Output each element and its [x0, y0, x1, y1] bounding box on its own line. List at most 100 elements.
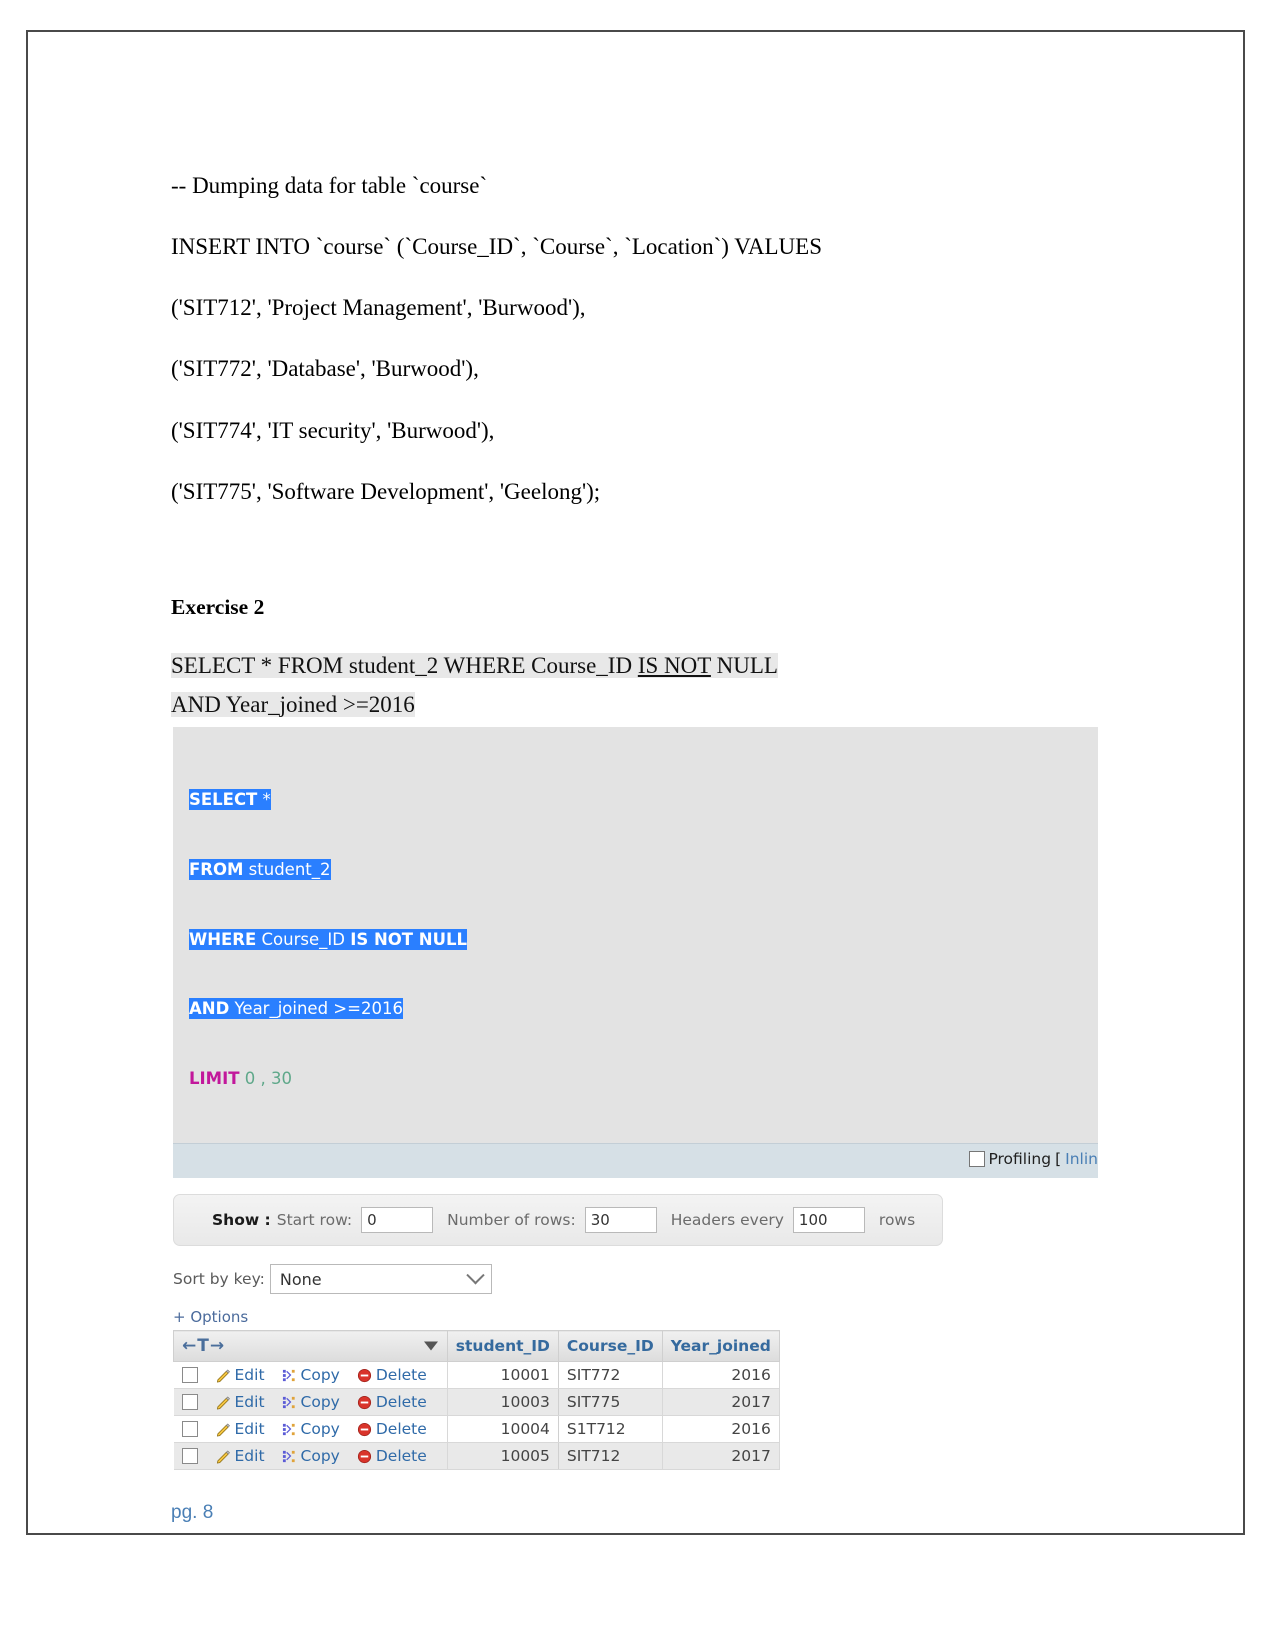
results-header-row: ←T→ student_ID Course_ID Year_joined	[173, 1330, 780, 1363]
insert-statement-line: INSERT INTO `course` (`Course_ID`, `Cour…	[171, 234, 823, 260]
sql-line2-rest: student_2	[243, 859, 331, 879]
table-row[interactable]: Edit Copy Delete 10003 SIT775 2017	[173, 1388, 780, 1417]
chevron-down-icon	[466, 1265, 485, 1285]
sort-by-key-value: None	[279, 1269, 322, 1289]
page-frame: -- Dumping data for table `course` INSER…	[26, 30, 1245, 1535]
page-number: pg. 8	[171, 1502, 214, 1523]
delete-row-button[interactable]: Delete	[357, 1393, 427, 1411]
row-actions-cell: Edit Copy Delete	[173, 1361, 448, 1390]
sql-editor-panel[interactable]: SELECT * FROM student_2 WHERE Course_ID …	[173, 727, 1098, 1179]
cell-year-joined[interactable]: 2017	[661, 1442, 780, 1471]
pencil-icon	[216, 1395, 231, 1410]
cell-year-joined[interactable]: 2017	[661, 1388, 780, 1417]
headers-every-label: Headers every	[670, 1211, 784, 1230]
delete-row-button[interactable]: Delete	[357, 1447, 427, 1465]
delete-row-button[interactable]: Delete	[357, 1366, 427, 1384]
sql-keyword-limit: LIMIT	[189, 1069, 240, 1089]
sql-line4-rest: Year_joined >=2016	[229, 999, 403, 1019]
sql-line1-rest: *	[257, 789, 271, 809]
table-nav-arrows-label: ←T→	[182, 1336, 226, 1357]
sort-by-key-label: Sort by key:	[173, 1270, 265, 1289]
profiling-label: Profiling	[988, 1150, 1052, 1169]
row-actions-cell: Edit Copy Delete	[173, 1415, 448, 1444]
profiling-bracket: [	[1055, 1150, 1062, 1169]
copy-row-button[interactable]: Copy	[282, 1420, 340, 1438]
sql-line-4: AND Year_joined >=2016	[189, 997, 1098, 1020]
pencil-icon	[216, 1422, 231, 1437]
cell-course-id[interactable]: SIT775	[557, 1388, 663, 1417]
delete-row-button[interactable]: Delete	[357, 1420, 427, 1438]
cell-course-id[interactable]: SIT772	[557, 1361, 663, 1390]
row-actions-header[interactable]: ←T→	[173, 1330, 448, 1363]
cell-course-id[interactable]: S1T712	[557, 1415, 663, 1444]
cell-year-joined[interactable]: 2016	[661, 1361, 780, 1390]
column-header-student-id[interactable]: student_ID	[446, 1330, 559, 1363]
copy-icon	[282, 1422, 297, 1437]
number-of-rows-label: Number of rows:	[447, 1211, 576, 1230]
row-select-checkbox[interactable]	[181, 1448, 198, 1465]
row-select-checkbox[interactable]	[181, 1367, 198, 1384]
sql-keyword-where: WHERE	[189, 929, 257, 949]
row-actions-cell: Edit Copy Delete	[173, 1388, 448, 1417]
cell-student-id[interactable]: 10001	[446, 1361, 559, 1390]
delete-icon	[357, 1368, 372, 1383]
sql-line3-column: Course_ID	[256, 929, 351, 949]
copy-row-button[interactable]: Copy	[282, 1447, 340, 1465]
copy-icon	[282, 1368, 297, 1383]
sql-comment-line: -- Dumping data for table `course`	[171, 173, 488, 198]
caret-down-icon[interactable]	[423, 1341, 438, 1351]
inline-edit-link[interactable]: Inlin	[1065, 1150, 1098, 1168]
row-select-checkbox[interactable]	[181, 1421, 198, 1438]
pencil-icon	[216, 1368, 231, 1383]
sql-editor-code[interactable]: SELECT * FROM student_2 WHERE Course_ID …	[173, 741, 1098, 1137]
insert-values-row-2: ('SIT772', 'Database', 'Burwood'),	[171, 356, 479, 382]
sql-keyword-and: AND	[189, 999, 230, 1019]
sql-line-1: SELECT *	[189, 788, 1098, 811]
exercise-query-block: SELECT * FROM student_2 WHERE Course_ID …	[171, 646, 811, 725]
start-row-label: Start row:	[276, 1211, 353, 1230]
options-toggle-link[interactable]: + Options	[173, 1308, 1103, 1326]
headers-every-input[interactable]	[792, 1207, 865, 1234]
sql-line-3: WHERE Course_ID IS NOT NULL	[189, 928, 1098, 951]
insert-values-row-4: ('SIT775', 'Software Development', 'Geel…	[171, 478, 601, 504]
query-text-part1: SELECT * FROM student_2 WHERE Course_ID	[171, 652, 638, 678]
profiling-checkbox[interactable]	[969, 1151, 986, 1168]
query-text-part2: NULL	[710, 652, 778, 678]
column-header-course-id[interactable]: Course_ID	[557, 1330, 663, 1363]
row-select-checkbox[interactable]	[181, 1394, 198, 1411]
cell-year-joined[interactable]: 2016	[661, 1415, 780, 1444]
start-row-input[interactable]	[361, 1207, 434, 1234]
query-text-line2: AND Year_joined >=2016	[171, 692, 415, 718]
table-row[interactable]: Edit Copy Delete 10001 SIT772 2016	[173, 1361, 780, 1390]
edit-row-button[interactable]: Edit	[216, 1366, 265, 1384]
delete-icon	[357, 1422, 372, 1437]
sql-line-5: LIMIT 0 , 30	[189, 1067, 1098, 1090]
edit-row-button[interactable]: Edit	[216, 1447, 265, 1465]
sql-keyword-select: SELECT	[189, 789, 258, 809]
edit-row-button[interactable]: Edit	[216, 1420, 265, 1438]
cell-student-id[interactable]: 10004	[446, 1415, 559, 1444]
sort-by-key-row: Sort by key: None	[173, 1264, 1103, 1295]
exercise-heading: Exercise 2	[171, 594, 265, 619]
sort-by-key-select[interactable]: None	[269, 1264, 492, 1295]
profiling-controls: Profiling [ Inlin	[969, 1150, 1098, 1168]
copy-row-button[interactable]: Copy	[282, 1393, 340, 1411]
table-row[interactable]: Edit Copy Delete 10004 S1T712 2016	[173, 1415, 780, 1444]
cell-student-id[interactable]: 10005	[446, 1442, 559, 1471]
cell-course-id[interactable]: SIT712	[557, 1442, 663, 1471]
sql-keyword-from: FROM	[189, 859, 244, 879]
profiling-toolbar: Profiling [ Inlin	[173, 1143, 1098, 1179]
insert-values-row-1: ('SIT712', 'Project Management', 'Burwoo…	[171, 295, 586, 321]
results-table: ←T→ student_ID Course_ID Year_joined Edi…	[173, 1330, 780, 1471]
copy-icon	[282, 1449, 297, 1464]
table-row[interactable]: Edit Copy Delete 10005 SIT712 2017	[173, 1442, 780, 1471]
column-header-year-joined[interactable]: Year_joined	[661, 1330, 780, 1363]
number-of-rows-input[interactable]	[584, 1207, 657, 1234]
copy-row-button[interactable]: Copy	[282, 1366, 340, 1384]
pencil-icon	[216, 1449, 231, 1464]
query-is-not-keyword: IS NOT	[637, 652, 711, 678]
cell-student-id[interactable]: 10003	[446, 1388, 559, 1417]
sql-keyword-is-not-null: IS NOT NULL	[350, 929, 468, 949]
delete-icon	[357, 1449, 372, 1464]
edit-row-button[interactable]: Edit	[216, 1393, 265, 1411]
